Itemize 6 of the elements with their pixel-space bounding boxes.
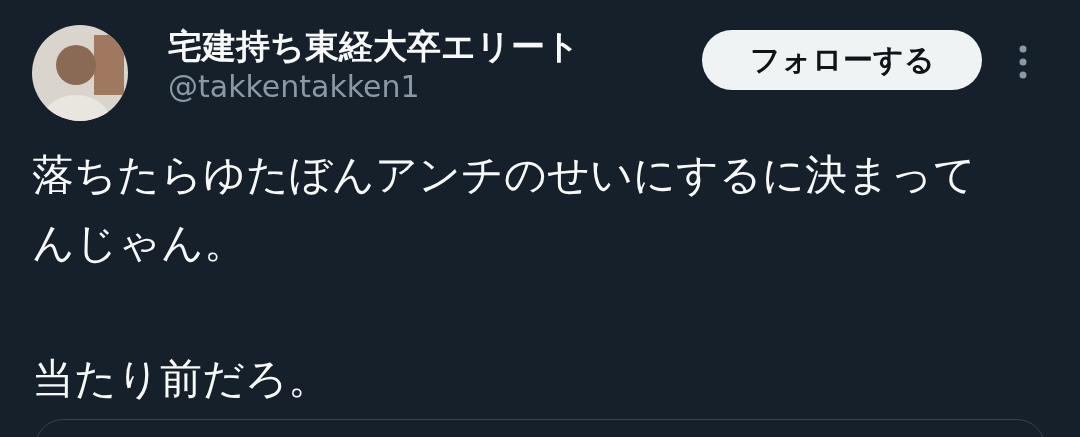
- more-icon[interactable]: [1019, 45, 1027, 79]
- follow-button[interactable]: フォローする: [702, 30, 982, 90]
- author-handle[interactable]: @takkentakken1: [168, 67, 688, 107]
- tweet-text: 落ちたらゆたぼんアンチのせいにするに決まってんじゃん。: [32, 149, 977, 269]
- author-name[interactable]: 宅建持ち東経大卒エリート: [168, 25, 688, 67]
- tweet-text: 当たり前だろ。: [32, 353, 331, 405]
